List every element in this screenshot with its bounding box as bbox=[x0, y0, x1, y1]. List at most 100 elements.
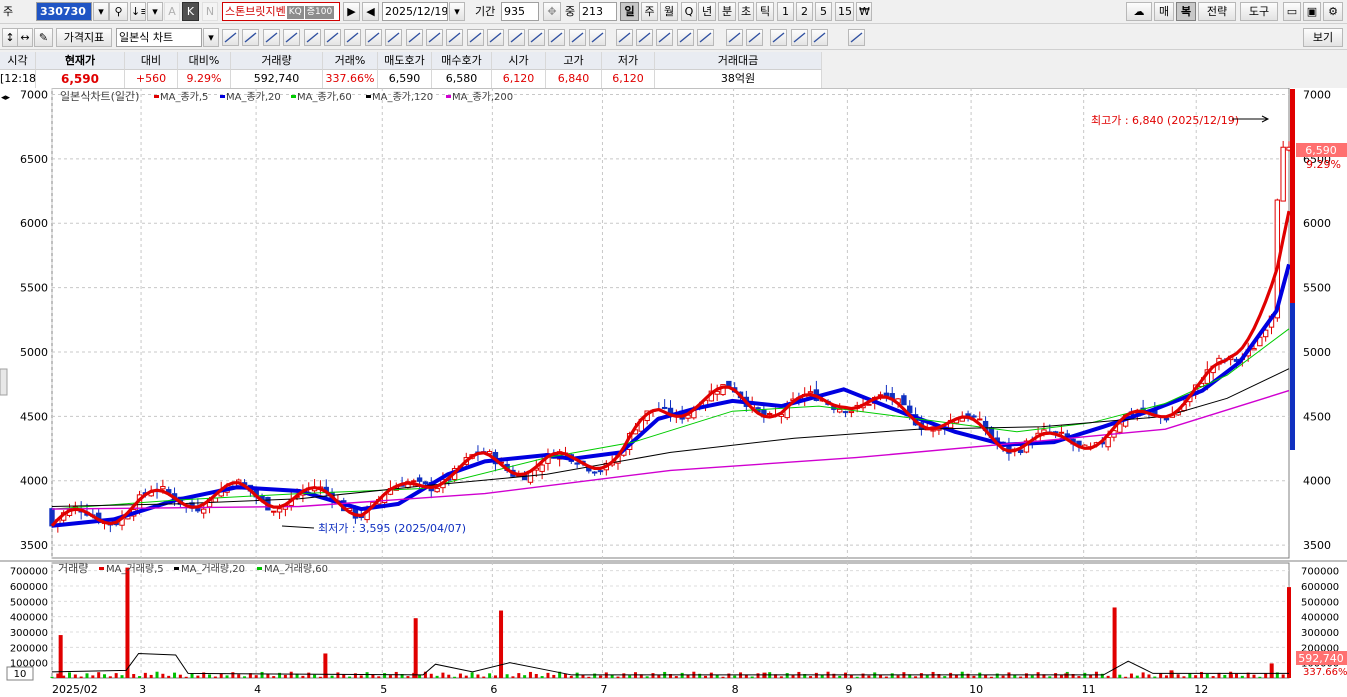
candle-body bbox=[971, 415, 977, 418]
crosshair-icon[interactable] bbox=[508, 29, 525, 46]
search-icon[interactable]: ⚲ bbox=[109, 2, 128, 21]
magnet-icon[interactable] bbox=[569, 29, 586, 46]
stock-code-input[interactable]: 330730 bbox=[36, 2, 92, 21]
timeframe-button[interactable]: Q bbox=[681, 2, 697, 21]
timeframe-button[interactable]: 초 bbox=[738, 2, 754, 21]
quote-header-time: 시각 bbox=[0, 52, 36, 70]
volume-bar bbox=[645, 676, 649, 678]
parallel-line-icon[interactable] bbox=[467, 29, 484, 46]
high-price-annotation: 최고가 : 6,840 (2025/12/19) bbox=[1091, 114, 1239, 127]
volume-bar bbox=[733, 675, 737, 678]
candle-body bbox=[1251, 347, 1257, 351]
arc-tool-icon[interactable] bbox=[263, 29, 280, 46]
code-dropdown-button[interactable]: ▾ bbox=[93, 2, 109, 21]
chart-type-select[interactable]: 일본식 차트 bbox=[116, 28, 202, 47]
volume-bar bbox=[855, 676, 859, 678]
volume-bar bbox=[208, 674, 212, 678]
pitchfork-icon[interactable] bbox=[446, 29, 463, 46]
date-input[interactable]: 2025/12/19 bbox=[382, 2, 448, 21]
period-input[interactable]: 935 bbox=[501, 2, 539, 21]
volume-bar bbox=[1234, 673, 1238, 678]
volume-bar bbox=[674, 676, 678, 678]
tools-button[interactable]: 도구 bbox=[1240, 2, 1278, 21]
timeframe-button[interactable]: 틱 bbox=[756, 2, 774, 21]
zoom-icon[interactable] bbox=[770, 29, 787, 46]
candle-body bbox=[1105, 436, 1111, 448]
export-icon[interactable] bbox=[848, 29, 865, 46]
settings-icon[interactable]: ⚙ bbox=[1323, 2, 1343, 21]
cycle-icon[interactable] bbox=[365, 29, 382, 46]
left-right-icon[interactable]: ↔ bbox=[17, 28, 33, 47]
delete-icon[interactable] bbox=[589, 29, 606, 46]
pane-arrows-icon: ◂▸ bbox=[1, 93, 11, 103]
volume-spike-bar bbox=[1287, 587, 1291, 678]
volume-bar bbox=[1153, 676, 1157, 678]
up-down-icon[interactable]: ↕ bbox=[2, 28, 18, 47]
copy-icon[interactable] bbox=[548, 29, 565, 46]
line-tool-icon[interactable] bbox=[222, 29, 239, 46]
timeframe-button[interactable]: 2 bbox=[796, 2, 813, 21]
mid-input[interactable]: 213 bbox=[579, 2, 617, 21]
timeframe-button[interactable]: 주 bbox=[641, 2, 658, 21]
volume-bar bbox=[114, 673, 118, 678]
pattern-icon[interactable] bbox=[811, 29, 828, 46]
folder-icon[interactable]: ▭ bbox=[1283, 2, 1301, 21]
volume-bar bbox=[301, 675, 305, 678]
sort-dropdown-button[interactable]: ▾ bbox=[147, 2, 163, 21]
a-button[interactable]: A bbox=[164, 2, 180, 21]
timeframe-button[interactable]: ₩ bbox=[856, 2, 872, 21]
n-button[interactable]: N bbox=[202, 2, 218, 21]
volume-bar bbox=[464, 675, 468, 678]
magic-icon[interactable] bbox=[791, 29, 808, 46]
toolbar-button-1[interactable]: 매 bbox=[1154, 2, 1174, 21]
grid-tool-icon[interactable] bbox=[385, 29, 402, 46]
quote-value-volume-pct: 337.66% bbox=[323, 70, 378, 88]
timeframe-button[interactable]: 5 bbox=[815, 2, 832, 21]
calendar-dropdown-button[interactable]: ▾ bbox=[449, 2, 465, 21]
candle-body bbox=[866, 403, 872, 406]
pencil-icon[interactable] bbox=[487, 29, 504, 46]
chart-type-dropdown-button[interactable]: ▾ bbox=[203, 28, 219, 47]
vertical-line-icon[interactable] bbox=[324, 29, 341, 46]
strategy-button[interactable]: 전략 bbox=[1198, 2, 1236, 21]
circle-icon[interactable] bbox=[726, 29, 743, 46]
rectangle-icon[interactable] bbox=[746, 29, 763, 46]
volume-ma-line bbox=[51, 652, 1289, 676]
chart-area[interactable]: 3500 4000 4500 5000 5500 6000 6500 7000 3500 400… bbox=[0, 88, 1347, 697]
view-button[interactable]: 보기 bbox=[1303, 28, 1343, 47]
indicator-button[interactable]: 가격지표 bbox=[56, 28, 112, 47]
timeframe-button[interactable]: 15 bbox=[835, 2, 854, 21]
arrow-left-icon[interactable] bbox=[656, 29, 673, 46]
timeframe-button[interactable]: 월 bbox=[660, 2, 678, 21]
volume-bar bbox=[348, 676, 352, 678]
arrow-up-icon[interactable] bbox=[616, 29, 633, 46]
horizontal-line-icon[interactable] bbox=[304, 29, 321, 46]
eraser-icon[interactable] bbox=[528, 29, 545, 46]
fibonacci-icon[interactable] bbox=[426, 29, 443, 46]
next-arrow-icon[interactable]: ▶ bbox=[343, 2, 360, 21]
edit-icon[interactable]: ✎ bbox=[34, 28, 53, 47]
volume-bar bbox=[593, 673, 597, 678]
volume-bar bbox=[167, 675, 171, 678]
volume-bar bbox=[155, 671, 159, 678]
timeframe-button[interactable]: 년 bbox=[698, 2, 716, 21]
angle-tool-icon[interactable] bbox=[242, 29, 259, 46]
arrow-down-icon[interactable] bbox=[636, 29, 653, 46]
trend-channel-icon[interactable] bbox=[406, 29, 423, 46]
prev-arrow-icon[interactable]: ◀ bbox=[362, 2, 379, 21]
timeframe-button[interactable]: 1 bbox=[777, 2, 794, 21]
note-icon[interactable] bbox=[697, 29, 714, 46]
timeframe-button[interactable]: 일 bbox=[620, 2, 639, 21]
date-tick-label: 6 bbox=[490, 683, 497, 696]
sort-icon[interactable]: ↓≡ bbox=[130, 2, 146, 21]
toolbar-button-2[interactable]: 복 bbox=[1176, 2, 1196, 21]
save-icon[interactable]: ▣ bbox=[1303, 2, 1321, 21]
k-button[interactable]: K bbox=[182, 2, 199, 21]
gann-icon[interactable] bbox=[344, 29, 361, 46]
stock-name-field[interactable]: 스톤브릿지벤 KQ 증100 bbox=[222, 2, 340, 21]
timeframe-button[interactable]: 분 bbox=[718, 2, 736, 21]
fan-tool-icon[interactable] bbox=[283, 29, 300, 46]
cloud-icon[interactable]: ☁ bbox=[1126, 2, 1152, 21]
arrow-right-icon[interactable] bbox=[677, 29, 694, 46]
move-icon[interactable]: ✥ bbox=[543, 2, 561, 21]
